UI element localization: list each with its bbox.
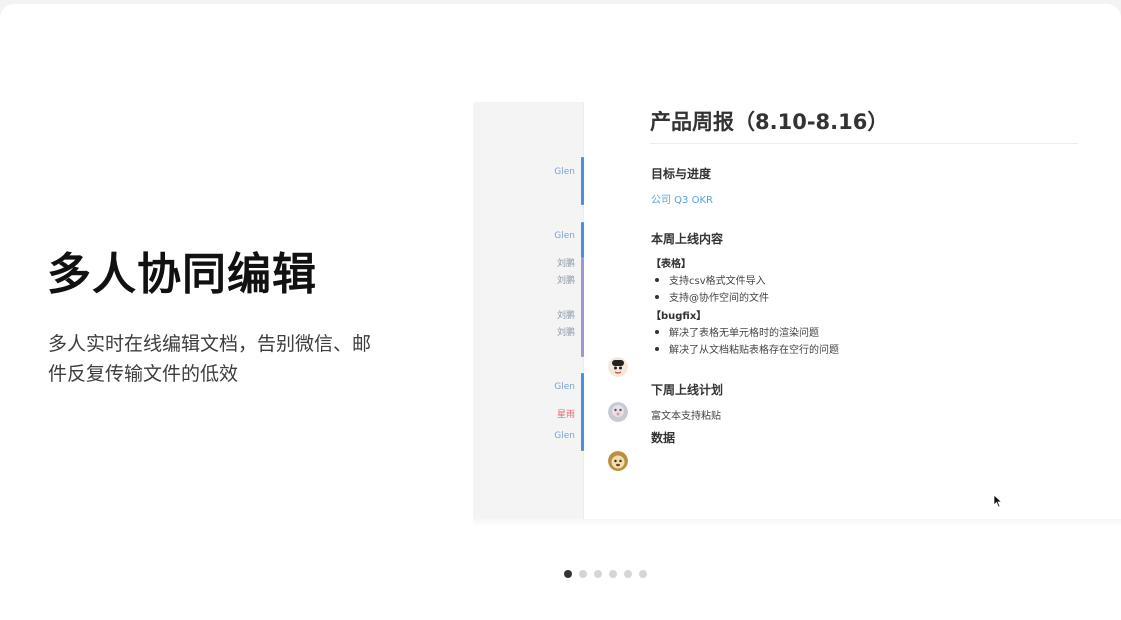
author-label-glen: Glen	[554, 431, 575, 441]
section-heading-data: 数据	[651, 431, 676, 445]
author-label-liupeng: 刘鹏	[556, 276, 575, 286]
preview-bottom-shadow	[473, 519, 1121, 527]
avatar	[608, 357, 628, 377]
bullet-icon	[655, 295, 659, 299]
list-item: 解决了从文档粘贴表格存在空行的问题	[655, 341, 839, 356]
carousel-dot-2[interactable]	[579, 570, 587, 578]
bullet-icon	[655, 278, 659, 282]
list-item: 解决了表格无单元格时的渲染问题	[655, 324, 819, 339]
feature-title: 多人协同编辑	[47, 249, 317, 300]
document-title: 产品周报（8.10-8.16）	[650, 110, 889, 134]
carousel-dot-4[interactable]	[609, 570, 617, 578]
table-tag: 【表格】	[651, 259, 691, 270]
avatar	[608, 402, 628, 422]
change-bar	[581, 157, 584, 205]
plan-item: 富文本支持粘贴	[651, 411, 721, 422]
title-divider	[650, 143, 1078, 144]
author-gutter: Glen Glen 刘鹏 刘鹏 刘鹏 刘鹏 Glen 星雨 Glen	[473, 102, 584, 524]
author-label-glen: Glen	[554, 231, 575, 241]
carousel-dot-5[interactable]	[624, 570, 632, 578]
bugfix-tag: 【bugfix】	[651, 311, 707, 322]
carousel-dot-1[interactable]	[564, 570, 572, 578]
list-item: 支持@协作空间的文件	[655, 289, 769, 304]
author-label-glen: Glen	[554, 167, 575, 177]
change-bar	[581, 258, 584, 357]
avatar	[608, 451, 628, 471]
bullet-icon	[655, 347, 659, 351]
okr-link[interactable]: 公司 Q3 OKR	[651, 191, 713, 206]
bullet-icon	[655, 330, 659, 334]
author-label-glen: Glen	[554, 382, 575, 392]
mouse-pointer-icon	[993, 493, 1003, 512]
section-heading-plan: 下周上线计划	[651, 383, 724, 397]
author-label-liupeng: 刘鹏	[556, 311, 575, 321]
change-bar	[581, 373, 584, 451]
list-item: 支持csv格式文件导入	[655, 272, 766, 287]
document-preview: Glen Glen 刘鹏 刘鹏 刘鹏 刘鹏 Glen 星雨 Glen 产品周报（…	[473, 102, 1121, 524]
change-bar	[581, 222, 584, 258]
section-heading-release: 本周上线内容	[651, 232, 724, 246]
carousel-dot-6[interactable]	[639, 570, 647, 578]
author-label-liupeng: 刘鹏	[556, 328, 575, 338]
feature-description: 多人实时在线编辑文档，告别微信、邮件反复传输文件的低效	[48, 333, 372, 385]
author-label-liupeng: 刘鹏	[556, 259, 575, 269]
carousel-dot-3[interactable]	[594, 570, 602, 578]
author-label-xingyu: 星雨	[556, 410, 575, 420]
section-heading-goals: 目标与进度	[651, 167, 712, 181]
